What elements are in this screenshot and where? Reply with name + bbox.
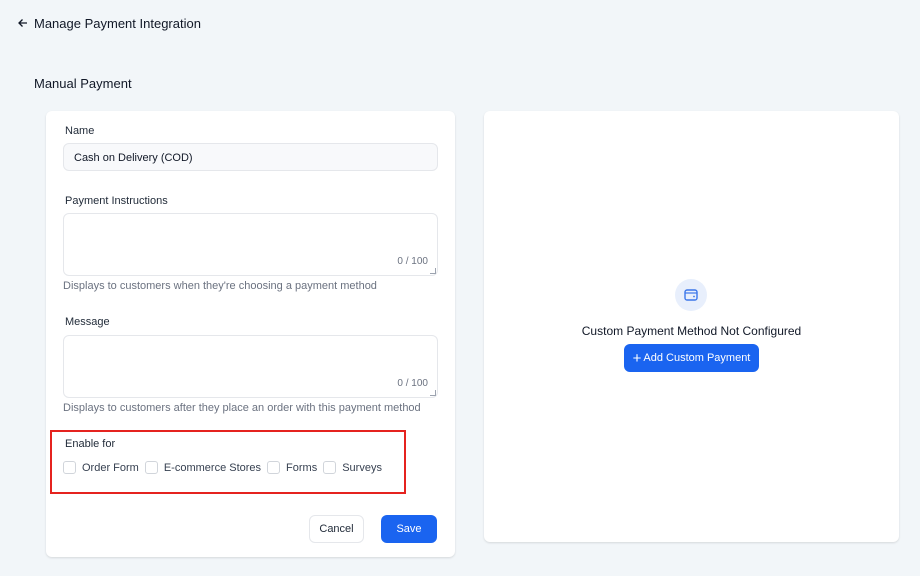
checkbox[interactable] xyxy=(144,461,158,474)
cancel-button[interactable]: Cancel xyxy=(309,515,364,543)
wallet-icon xyxy=(675,279,707,311)
enable-for-options: Order Form E-commerce Stores Forms Surveys xyxy=(63,461,388,479)
resize-handle-icon[interactable] xyxy=(430,268,436,274)
resize-handle-icon[interactable] xyxy=(430,390,436,396)
save-button[interactable]: Save xyxy=(381,515,437,543)
instructions-label: Payment Instructions xyxy=(65,195,168,207)
instructions-counter: 0 / 100 xyxy=(397,256,428,267)
name-input[interactable]: Cash on Delivery (COD) xyxy=(63,143,438,171)
message-counter: 0 / 100 xyxy=(397,378,428,389)
back-button[interactable] xyxy=(17,16,31,30)
option-label: Forms xyxy=(286,461,318,474)
page-title: Manage Payment Integration xyxy=(34,16,201,31)
message-label: Message xyxy=(65,316,110,328)
option-label: E-commerce Stores xyxy=(163,461,262,474)
enable-for-label: Enable for xyxy=(65,438,116,450)
option-label: Surveys xyxy=(342,461,382,474)
instructions-textarea[interactable]: 0 / 100 xyxy=(63,213,438,276)
manual-payment-form: Name Cash on Delivery (COD) Payment Inst… xyxy=(46,111,455,557)
checkbox[interactable] xyxy=(323,461,337,474)
option-forms[interactable]: Forms xyxy=(267,461,317,474)
arrow-left-icon xyxy=(18,19,27,27)
add-custom-payment-label: Add Custom Payment xyxy=(643,352,751,364)
custom-payment-panel: Custom Payment Method Not Configured + Ad… xyxy=(484,111,899,542)
instructions-help: Displays to customers when they're choos… xyxy=(63,280,377,292)
checkbox[interactable] xyxy=(63,461,76,474)
option-label: Order Form xyxy=(82,461,139,474)
add-custom-payment-button[interactable]: + Add Custom Payment xyxy=(624,344,759,372)
option-order-form[interactable]: Order Form xyxy=(63,461,139,474)
custom-payment-title: Custom Payment Method Not Configured xyxy=(581,324,802,338)
option-surveys[interactable]: Surveys xyxy=(323,461,382,474)
message-textarea[interactable]: 0 / 100 xyxy=(63,335,438,398)
section-title: Manual Payment xyxy=(34,76,132,91)
plus-icon: + xyxy=(632,349,642,367)
message-help: Displays to customers after they place a… xyxy=(63,402,421,414)
option-ecommerce-stores[interactable]: E-commerce Stores xyxy=(144,461,262,474)
checkbox[interactable] xyxy=(267,461,281,474)
name-label: Name xyxy=(65,125,95,137)
